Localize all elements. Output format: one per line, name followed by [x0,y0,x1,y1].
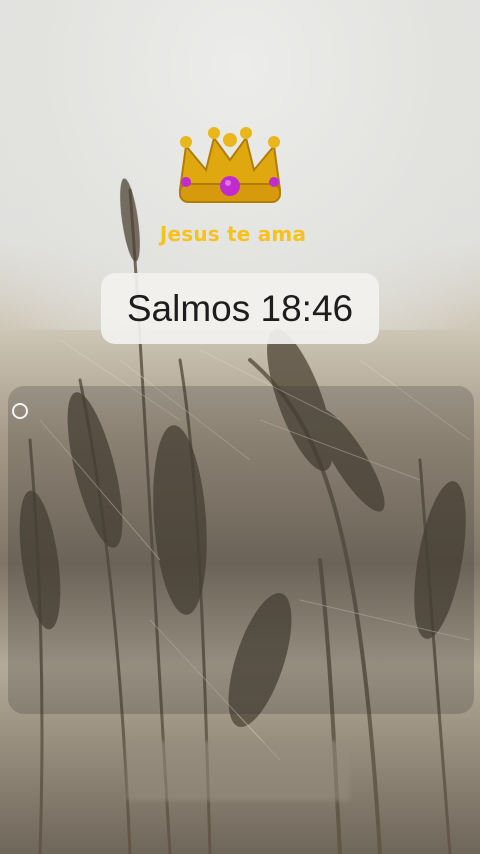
love-title: Jesus te ama [159,222,307,246]
crown-icon [178,127,282,203]
blurred-caption [126,741,350,801]
content-panel [8,386,474,714]
radio-circle-icon[interactable] [12,403,28,419]
verse-reference: Salmos 18:46 [101,273,379,344]
story-screen: Jesus te ama Salmos 18:46 [0,0,480,854]
